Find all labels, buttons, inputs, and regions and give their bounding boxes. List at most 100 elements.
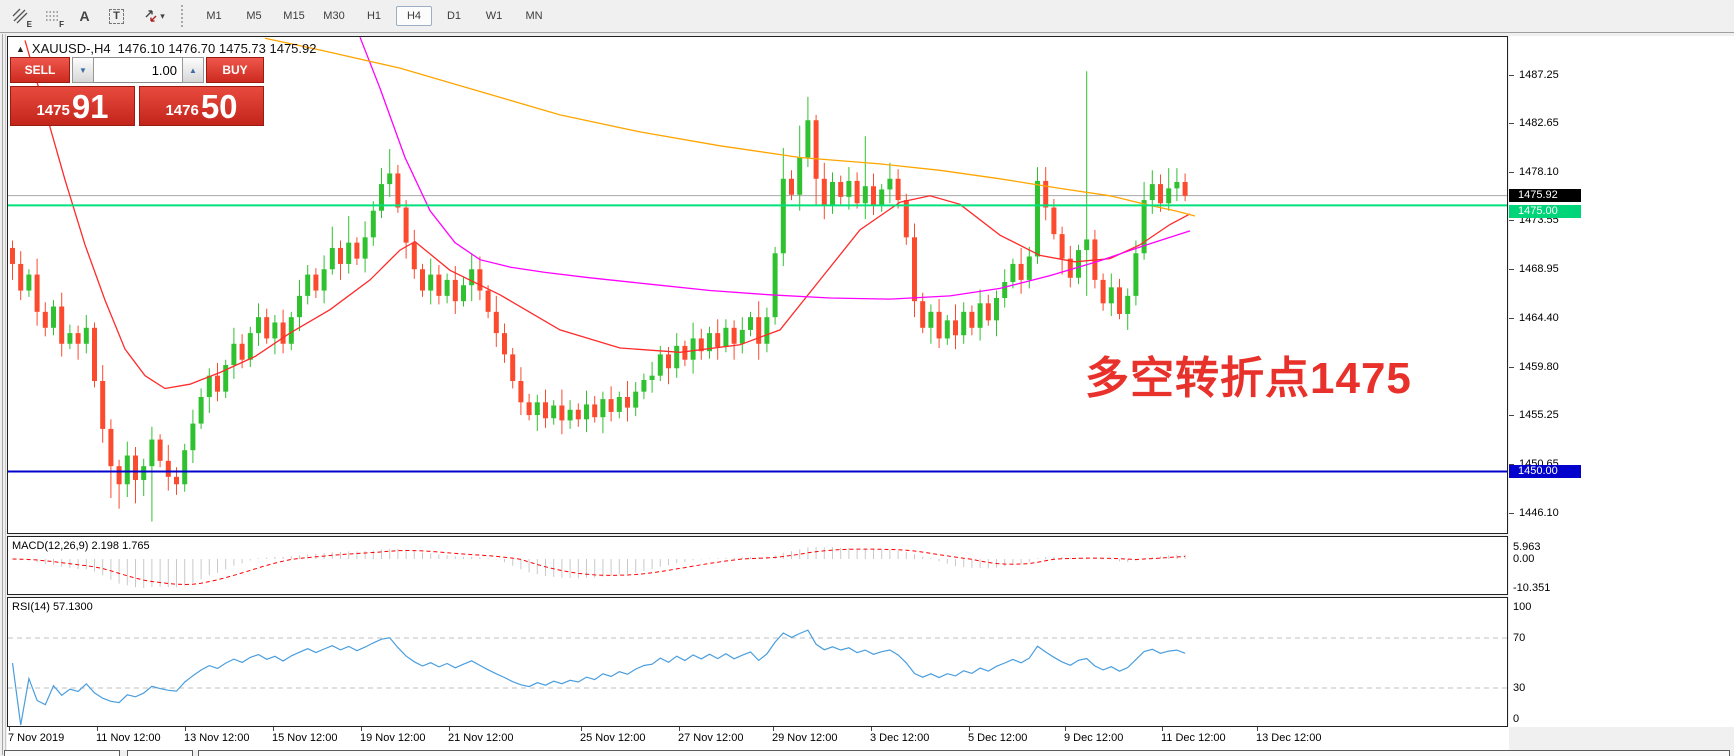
one-click-trade-panel: SELL ▼ ▲ BUY 1475 91 1476 50	[10, 57, 264, 126]
grid-dots-icon	[45, 9, 61, 24]
bid-main: 1475	[36, 98, 69, 124]
rsi-axis-label: 0	[1513, 713, 1519, 726]
timeframe-button-m5[interactable]: M5	[236, 6, 272, 26]
time-axis-tick	[581, 727, 582, 731]
rsi-axis-label: 30	[1513, 682, 1525, 695]
time-tick-label: 13 Dec 12:00	[1256, 732, 1321, 744]
level-price-badge: 1450.00	[1509, 465, 1581, 478]
ohlc-values: 1476.10 1476.70 1475.73 1475.92	[118, 41, 317, 56]
time-tick-label: 15 Nov 12:00	[272, 732, 337, 744]
macd-panel[interactable]	[7, 536, 1508, 595]
macd-axis-label: 0.00	[1513, 553, 1534, 566]
price-tick-label: 1459.80	[1519, 361, 1559, 374]
time-axis-tick	[449, 727, 450, 731]
price-tick-label: 1482.65	[1519, 117, 1559, 130]
timeframe-button-h4[interactable]: H4	[396, 6, 432, 26]
rsi-panel[interactable]	[7, 597, 1508, 727]
trade-controls-row: SELL ▼ ▲ BUY	[10, 57, 264, 83]
bid-pips: 91	[72, 90, 109, 124]
price-axis-tick	[1509, 367, 1514, 368]
macd-label: MACD(12,26,9) 2.198 1.765	[12, 540, 150, 552]
time-axis-tick	[1065, 727, 1066, 731]
chart-tab[interactable]	[198, 750, 1730, 756]
time-tick-label: 19 Nov 12:00	[360, 732, 425, 744]
time-tick-label: 9 Dec 12:00	[1064, 732, 1123, 744]
time-axis-tick	[1257, 727, 1258, 731]
ask-main: 1476	[165, 98, 198, 124]
indicators-hatch-icon[interactable]: E	[6, 3, 35, 30]
trading-terminal-window: E F A T ▾ M1M5M15M30H1H4D1W1MN	[0, 0, 1734, 756]
volume-decrease-button[interactable]: ▼	[72, 57, 94, 83]
macd-axis-label: -10.351	[1513, 582, 1550, 595]
text-box-button[interactable]: T	[102, 3, 131, 30]
arrows-icon	[143, 8, 159, 24]
macd-name: MACD(12,26,9)	[12, 540, 88, 552]
time-axis-tick	[185, 727, 186, 731]
macd-value-signal: 1.765	[122, 540, 150, 552]
price-axis-tick	[1509, 269, 1514, 270]
price-axis-tick	[1509, 75, 1514, 76]
arrows-objects-button[interactable]: ▾	[134, 3, 174, 30]
chart-tab[interactable]	[4, 750, 120, 756]
chevron-down-icon: ▾	[160, 11, 165, 22]
price-axis-tick	[1509, 220, 1514, 221]
chart-tab[interactable]	[127, 750, 193, 756]
timeframe-button-m15[interactable]: M15	[276, 6, 312, 26]
time-tick-label: 13 Nov 12:00	[184, 732, 249, 744]
rsi-value: 57.1300	[53, 601, 93, 613]
annotation-text: 多空转折点1475	[1085, 342, 1412, 406]
window-edge-line	[5, 34, 6, 755]
timeframe-button-m1[interactable]: M1	[196, 6, 232, 26]
time-tick-label: 3 Dec 12:00	[870, 732, 929, 744]
icon-sub-e: E	[27, 20, 32, 29]
ask-price-button[interactable]: 1476 50	[139, 86, 264, 126]
volume-increase-button[interactable]: ▲	[182, 57, 204, 83]
bid-ask-row: 1475 91 1476 50	[10, 86, 264, 126]
ask-pips: 50	[201, 90, 238, 124]
time-axis-tick	[969, 727, 970, 731]
macd-value-main: 2.198	[91, 540, 119, 552]
time-axis-tick	[1162, 727, 1163, 731]
buy-button[interactable]: BUY	[206, 57, 264, 83]
price-axis-tick	[1509, 123, 1514, 124]
timeframe-button-w1[interactable]: W1	[476, 6, 512, 26]
window-edge-line	[2, 34, 3, 755]
time-axis-tick	[679, 727, 680, 731]
chart-symbol-title: XAUUSD-,H4	[32, 41, 111, 56]
timeframe-button-h1[interactable]: H1	[356, 6, 392, 26]
time-axis-tick	[361, 727, 362, 731]
price-axis-tick	[1509, 318, 1514, 319]
timeframe-bar: M1M5M15M30H1H4D1W1MN	[196, 6, 556, 26]
time-tick-label: 25 Nov 12:00	[580, 732, 645, 744]
price-axis-tick	[1509, 513, 1514, 514]
volume-input[interactable]	[94, 57, 182, 83]
time-axis-tick	[97, 727, 98, 731]
grid-icon[interactable]: F	[38, 3, 67, 30]
time-tick-label: 29 Nov 12:00	[772, 732, 837, 744]
price-axis-tick	[1509, 172, 1514, 173]
time-axis-tick	[9, 727, 10, 731]
current-price-badge: 1475.92	[1509, 189, 1581, 202]
toolbar: E F A T ▾ M1M5M15M30H1H4D1W1MN	[0, 0, 1734, 33]
time-axis-tick	[871, 727, 872, 731]
price-tick-label: 1487.25	[1519, 69, 1559, 82]
time-axis-tick	[773, 727, 774, 731]
time-tick-label: 27 Nov 12:00	[678, 732, 743, 744]
letter-t-icon: T	[109, 9, 124, 24]
timeframe-button-m30[interactable]: M30	[316, 6, 352, 26]
timeframe-button-d1[interactable]: D1	[436, 6, 472, 26]
rsi-name: RSI(14)	[12, 601, 50, 613]
letter-a-icon: A	[79, 8, 89, 24]
price-axis[interactable]	[1509, 36, 1734, 727]
time-tick-label: 11 Dec 12:00	[1161, 732, 1226, 744]
toolbar-separator	[181, 5, 189, 27]
time-tick-label: 7 Nov 2019	[8, 732, 64, 744]
price-tick-label: 1464.40	[1519, 312, 1559, 325]
time-tick-label: 21 Nov 12:00	[448, 732, 513, 744]
timeframe-button-mn[interactable]: MN	[516, 6, 552, 26]
rsi-axis-label: 100	[1513, 601, 1531, 614]
bid-price-button[interactable]: 1475 91	[10, 86, 135, 126]
sell-button[interactable]: SELL	[10, 57, 70, 83]
text-label-button[interactable]: A	[70, 3, 99, 30]
collapse-arrow-icon[interactable]: ▲	[16, 44, 25, 54]
